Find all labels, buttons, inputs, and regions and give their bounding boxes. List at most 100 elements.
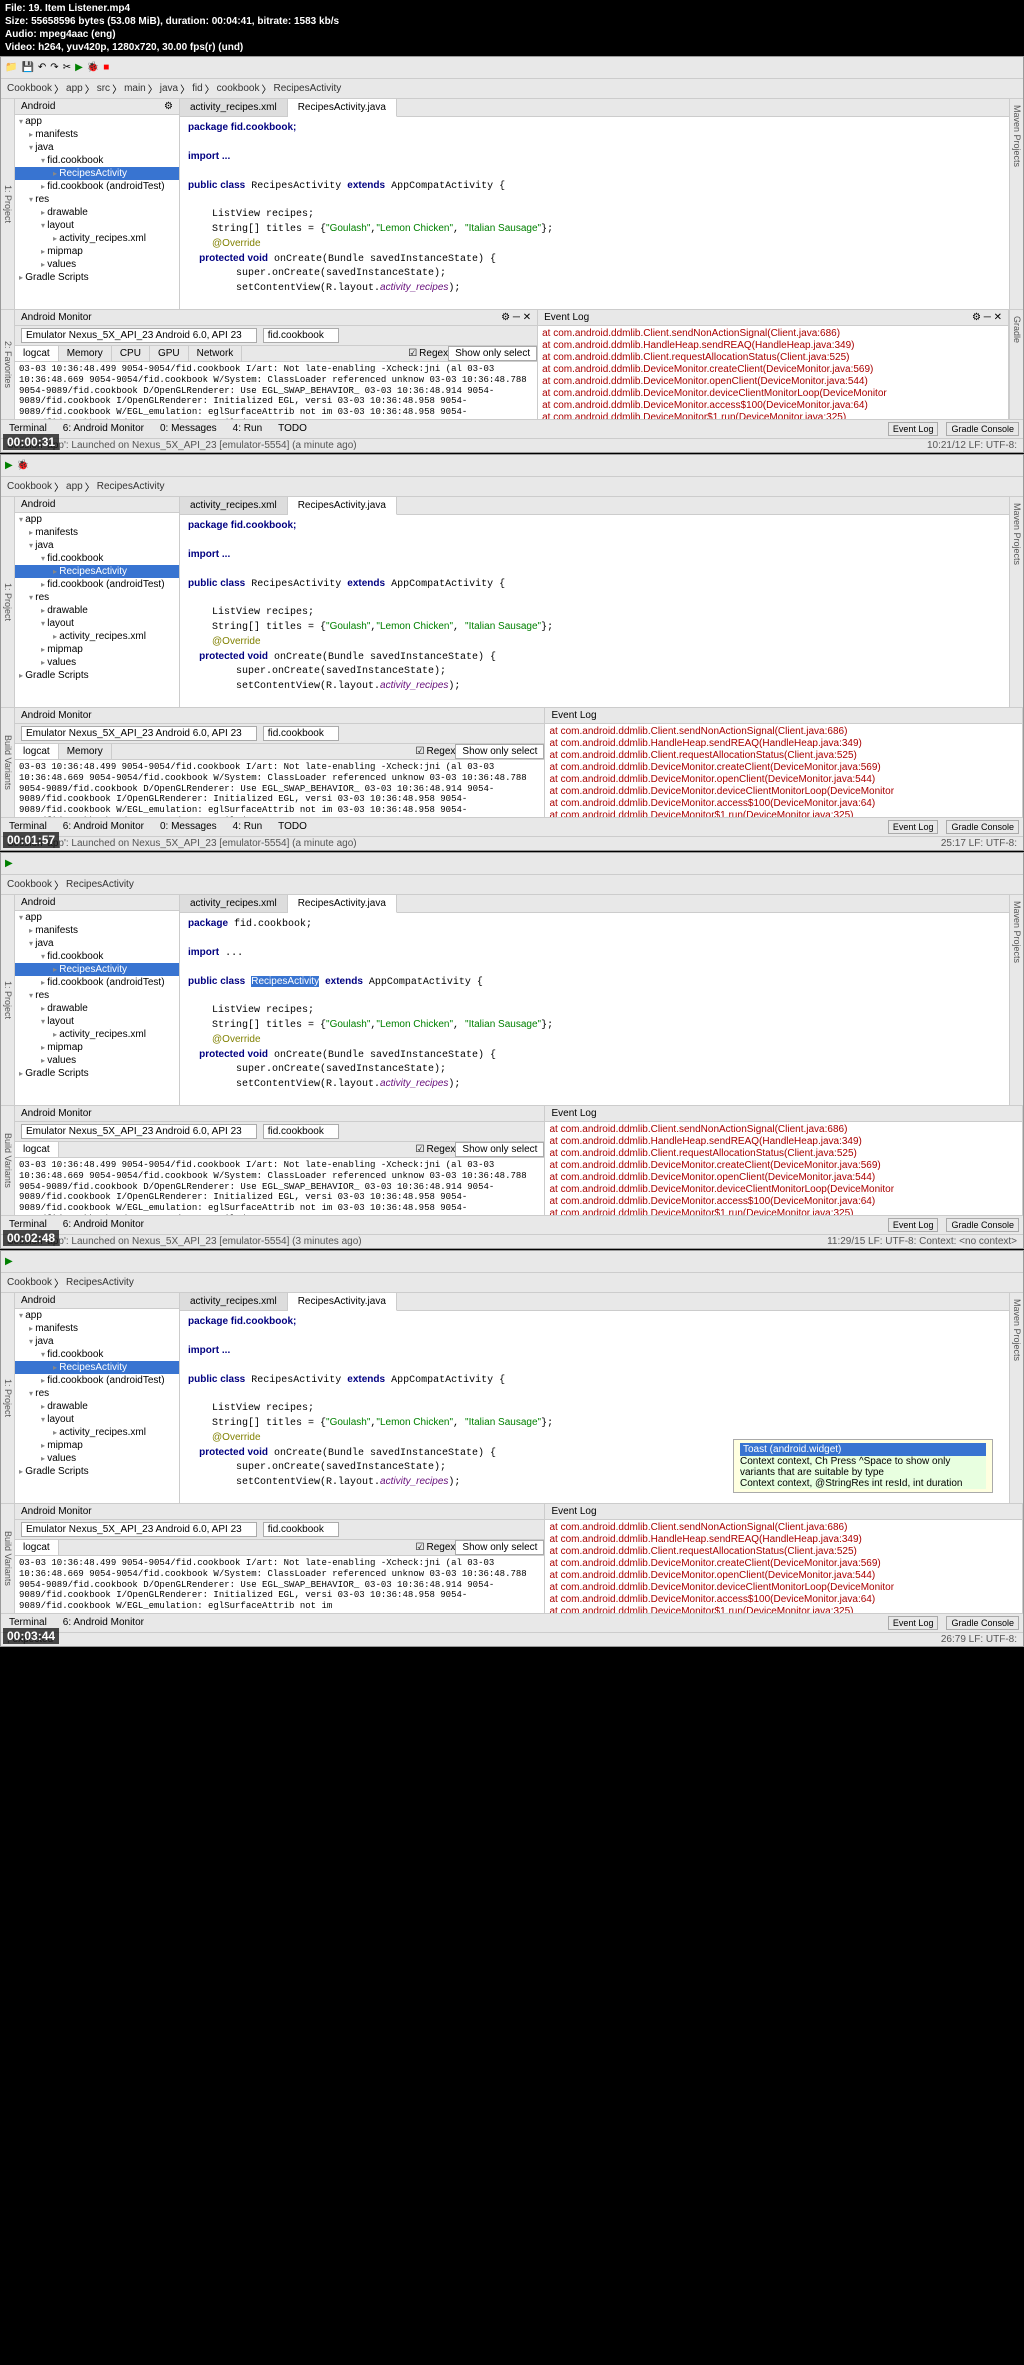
tree-item[interactable]: drawable xyxy=(15,206,179,219)
tab-cpu[interactable]: CPU xyxy=(112,346,150,361)
tree-item[interactable]: fid.cookbook xyxy=(15,552,179,565)
side-tab-maven[interactable]: Maven Projects xyxy=(1009,99,1023,309)
tree-item[interactable]: RecipesActivity xyxy=(15,963,179,976)
tree-item[interactable]: activity_recipes.xml xyxy=(15,1028,179,1041)
code-editor[interactable]: package fid.cookbook; import ... public … xyxy=(180,117,1009,309)
tab-logcat[interactable]: logcat xyxy=(15,1540,59,1555)
tree-item[interactable]: Gradle Scripts xyxy=(15,1067,179,1080)
tab-memory[interactable]: Memory xyxy=(59,346,112,361)
btn-run[interactable]: 4: Run xyxy=(229,422,266,436)
side-tab-project[interactable]: 1: Project xyxy=(1,497,15,707)
tree-item[interactable]: layout xyxy=(15,1015,179,1028)
tree-item[interactable]: layout xyxy=(15,617,179,630)
tree-item[interactable]: res xyxy=(15,989,179,1002)
side-tab-maven[interactable]: Maven Projects xyxy=(1009,497,1023,707)
btn-gradle-console[interactable]: Gradle Console xyxy=(946,422,1019,436)
debug-icon[interactable]: 🐞 xyxy=(87,62,99,73)
btn-run[interactable]: 4: Run xyxy=(229,820,266,834)
process-select[interactable]: fid.cookbook xyxy=(263,1522,339,1537)
device-select[interactable]: Emulator Nexus_5X_API_23 Android 6.0, AP… xyxy=(21,726,257,741)
btn-android-monitor[interactable]: 6: Android Monitor xyxy=(59,1616,148,1630)
side-tab-maven[interactable]: Maven Projects xyxy=(1009,895,1023,1105)
tree-item[interactable]: values xyxy=(15,656,179,669)
tree-item[interactable]: fid.cookbook xyxy=(15,154,179,167)
open-icon[interactable]: 📁 xyxy=(5,62,17,73)
btn-gradle-console[interactable]: Gradle Console xyxy=(946,1616,1019,1630)
tree-item[interactable]: drawable xyxy=(15,604,179,617)
tree-item[interactable]: values xyxy=(15,258,179,271)
tree-item[interactable]: mipmap xyxy=(15,1439,179,1452)
tree-item[interactable]: RecipesActivity xyxy=(15,565,179,578)
tree-item[interactable]: fid.cookbook xyxy=(15,1348,179,1361)
tree-item[interactable]: Gradle Scripts xyxy=(15,669,179,682)
tab-layout-xml[interactable]: activity_recipes.xml xyxy=(180,895,288,912)
tree-item[interactable]: app xyxy=(15,513,179,526)
tab-layout-xml[interactable]: activity_recipes.xml xyxy=(180,497,288,514)
save-icon[interactable]: 💾 xyxy=(21,62,33,73)
logcat-output[interactable]: 03-03 10:36:48.499 9054-9054/fid.cookboo… xyxy=(15,362,537,419)
logcat-output[interactable]: 03-03 10:36:48.499 9054-9054/fid.cookboo… xyxy=(15,1556,544,1613)
project-tree[interactable]: Android appmanifestsjavafid.cookbookReci… xyxy=(15,497,180,707)
tab-layout-xml[interactable]: activity_recipes.xml xyxy=(180,1293,288,1310)
tree-item[interactable]: manifests xyxy=(15,128,179,141)
code-completion-tooltip[interactable]: Toast (android.widget) Context context, … xyxy=(733,1439,993,1493)
tree-item[interactable]: activity_recipes.xml xyxy=(15,630,179,643)
tree-item[interactable]: activity_recipes.xml xyxy=(15,1426,179,1439)
tree-item[interactable]: fid.cookbook (androidTest) xyxy=(15,180,179,193)
tree-item[interactable]: drawable xyxy=(15,1002,179,1015)
run-icon[interactable]: ▶ xyxy=(75,62,83,73)
btn-event-log[interactable]: Event Log xyxy=(888,820,939,834)
tab-memory[interactable]: Memory xyxy=(59,744,112,759)
tree-item[interactable]: values xyxy=(15,1054,179,1067)
filter-select[interactable]: Show only select xyxy=(455,744,544,759)
process-select[interactable]: fid.cookbook xyxy=(263,726,339,741)
logcat-output[interactable]: 03-03 10:36:48.499 9054-9054/fid.cookboo… xyxy=(15,760,544,817)
tree-item[interactable]: manifests xyxy=(15,526,179,539)
tree-item[interactable]: RecipesActivity xyxy=(15,1361,179,1374)
btn-messages[interactable]: 0: Messages xyxy=(156,422,221,436)
debug-icon[interactable]: 🐞 xyxy=(17,460,29,471)
btn-messages[interactable]: 0: Messages xyxy=(156,820,221,834)
filter-select[interactable]: Show only select xyxy=(448,346,537,361)
cut-icon[interactable]: ✂ xyxy=(63,62,71,73)
eventlog-output[interactable]: at com.android.ddmlib.Client.sendNonActi… xyxy=(545,1520,1022,1613)
tree-item[interactable]: java xyxy=(15,937,179,950)
tree-item[interactable]: RecipesActivity xyxy=(15,167,179,180)
tab-network[interactable]: Network xyxy=(189,346,243,361)
tree-item[interactable]: fid.cookbook (androidTest) xyxy=(15,578,179,591)
tree-item[interactable]: java xyxy=(15,1335,179,1348)
project-tree[interactable]: Android appmanifestsjavafid.cookbookReci… xyxy=(15,895,180,1105)
btn-android-monitor[interactable]: 6: Android Monitor xyxy=(59,422,148,436)
device-select[interactable]: Emulator Nexus_5X_API_23 Android 6.0, AP… xyxy=(21,328,257,343)
tree-item[interactable]: java xyxy=(15,539,179,552)
logcat-output[interactable]: 03-03 10:36:48.499 9054-9054/fid.cookboo… xyxy=(15,1158,544,1215)
tree-item[interactable]: layout xyxy=(15,219,179,232)
project-tree[interactable]: Android⚙ appmanifestsjavafid.cookbookRec… xyxy=(15,99,180,309)
process-select[interactable]: fid.cookbook xyxy=(263,1124,339,1139)
process-select[interactable]: fid.cookbook xyxy=(263,328,339,343)
tree-item[interactable]: values xyxy=(15,1452,179,1465)
tree-item[interactable]: manifests xyxy=(15,1322,179,1335)
tree-item[interactable]: app xyxy=(15,1309,179,1322)
device-select[interactable]: Emulator Nexus_5X_API_23 Android 6.0, AP… xyxy=(21,1124,257,1139)
side-tab-build-variants[interactable]: Build Variants xyxy=(1,708,15,817)
project-tree[interactable]: Android appmanifestsjavafid.cookbookReci… xyxy=(15,1293,180,1503)
btn-android-monitor[interactable]: 6: Android Monitor xyxy=(59,820,148,834)
code-editor[interactable]: package fid.cookbook; import ... public … xyxy=(180,515,1009,707)
tree-item[interactable]: res xyxy=(15,1387,179,1400)
tree-item[interactable]: java xyxy=(15,141,179,154)
filter-select[interactable]: Show only select xyxy=(455,1142,544,1157)
btn-android-monitor[interactable]: 6: Android Monitor xyxy=(59,1218,148,1232)
run-icon[interactable]: ▶ xyxy=(5,460,13,471)
tab-logcat[interactable]: logcat xyxy=(15,1142,59,1157)
tree-item[interactable]: res xyxy=(15,193,179,206)
tree-item[interactable]: res xyxy=(15,591,179,604)
tab-logcat[interactable]: logcat xyxy=(15,744,59,759)
device-select[interactable]: Emulator Nexus_5X_API_23 Android 6.0, AP… xyxy=(21,1522,257,1537)
tree-item[interactable]: drawable xyxy=(15,1400,179,1413)
btn-event-log[interactable]: Event Log xyxy=(888,1218,939,1232)
side-tab-build-variants[interactable]: Build Variants xyxy=(1,1106,15,1215)
tree-item[interactable]: fid.cookbook (androidTest) xyxy=(15,976,179,989)
tab-recipes-java[interactable]: RecipesActivity.java xyxy=(288,497,397,515)
btn-gradle-console[interactable]: Gradle Console xyxy=(946,1218,1019,1232)
